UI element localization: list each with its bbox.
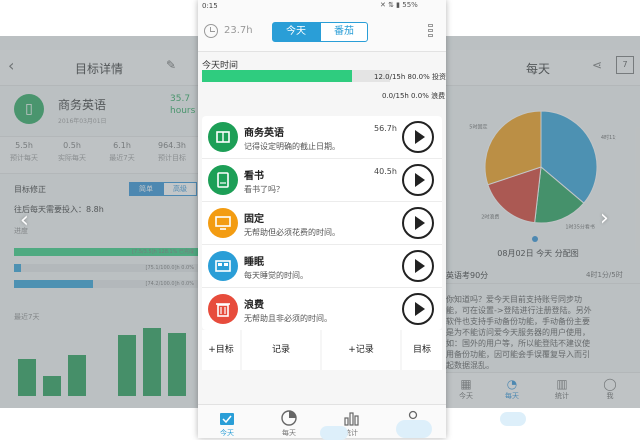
bed-icon xyxy=(208,251,238,281)
item-desc: 无帮助但必须花费的时间。 xyxy=(244,228,340,237)
battery-level: 55% xyxy=(402,1,418,9)
menu-icon[interactable] xyxy=(428,24,434,40)
trash-icon xyxy=(208,294,238,324)
list-item[interactable]: 睡眠 每天睡觉的时间。 xyxy=(202,245,442,288)
next-arrow-icon[interactable]: › xyxy=(600,206,609,231)
bar-chart-icon xyxy=(344,412,359,426)
invest-progress-text: 12.0/15h 80.0% 投资 xyxy=(374,73,446,81)
item-name: 固定 xyxy=(244,214,264,225)
status-icons: ✕ ⇅ ▮ 55% xyxy=(380,1,418,9)
list-item[interactable]: 浪费 无帮助且非必须的时间。 xyxy=(202,288,442,331)
top-bar: 23.7h 今天 番茄 xyxy=(198,14,446,52)
status-time: 0:15 xyxy=(202,2,218,10)
tab-tomato[interactable]: 番茄 xyxy=(320,22,368,42)
dim-overlay-right xyxy=(446,36,640,408)
play-button[interactable] xyxy=(402,250,434,282)
pie-icon xyxy=(281,410,297,426)
cloud-decoration xyxy=(396,420,432,438)
nav-today[interactable]: 今天 xyxy=(202,409,252,438)
item-hours: 40.5h xyxy=(374,167,397,176)
tablet-icon xyxy=(208,165,238,195)
play-button[interactable] xyxy=(402,164,434,196)
waste-progress-text: 0.0/15h 0.0% 浪费 xyxy=(382,92,446,100)
today-screen: 0:15 ✕ ⇅ ▮ 55% 23.7h 今天 番茄 今天时间 12.0/15h… xyxy=(198,0,446,438)
item-hours: 56.7h xyxy=(374,124,397,133)
list-item[interactable]: 固定 无帮助但必须花费的时间。 xyxy=(202,202,442,245)
item-name: 睡眠 xyxy=(244,257,264,268)
add-goal-button[interactable]: +目标 xyxy=(202,330,240,370)
list-item[interactable]: 商务英语 记得设定明确的截止日期。 56.7h xyxy=(202,116,442,159)
item-name: 浪费 xyxy=(244,300,264,311)
invest-progress-bar xyxy=(202,70,390,82)
play-button[interactable] xyxy=(402,293,434,325)
calendar-check-icon xyxy=(220,413,234,425)
dim-overlay-left xyxy=(0,36,198,408)
item-desc: 无帮助且非必须的时间。 xyxy=(244,314,332,323)
item-desc: 看书了吗？ xyxy=(244,185,284,194)
list-item[interactable]: 看书 看书了吗？ 40.5h xyxy=(202,159,442,202)
cloud-decoration xyxy=(500,412,526,426)
status-bar: 0:15 ✕ ⇅ ▮ 55% xyxy=(198,0,446,14)
item-name: 看书 xyxy=(244,171,264,182)
tab-today[interactable]: 今天 xyxy=(272,22,320,42)
nav-daily[interactable]: 每天 xyxy=(264,409,314,438)
goals-button[interactable]: 目标 xyxy=(402,330,442,370)
item-name: 商务英语 xyxy=(244,128,284,139)
play-button[interactable] xyxy=(402,121,434,153)
invest-progress-fill xyxy=(202,70,353,82)
total-hours: 23.7h xyxy=(224,25,253,36)
item-desc: 记得设定明确的截止日期。 xyxy=(244,142,340,151)
prev-arrow-icon[interactable]: ‹ xyxy=(20,208,29,233)
goal-list: 商务英语 记得设定明确的截止日期。 56.7h 看书 看书了吗？ 40.5h 固… xyxy=(202,116,442,330)
monitor-icon xyxy=(208,208,238,238)
clock-icon[interactable] xyxy=(204,24,218,38)
play-button[interactable] xyxy=(402,207,434,239)
book-icon xyxy=(208,122,238,152)
action-bar: +目标 记录 +记录 目标 xyxy=(202,330,442,370)
screenshot-collage: ‹ 目标详情 ✎ ▯ 商务英语 2016年03月01日 35.7 hours 5… xyxy=(0,0,640,440)
item-desc: 每天睡觉的时间。 xyxy=(244,271,308,280)
record-button[interactable]: 记录 xyxy=(242,330,320,370)
add-record-button[interactable]: +记录 xyxy=(322,330,400,370)
